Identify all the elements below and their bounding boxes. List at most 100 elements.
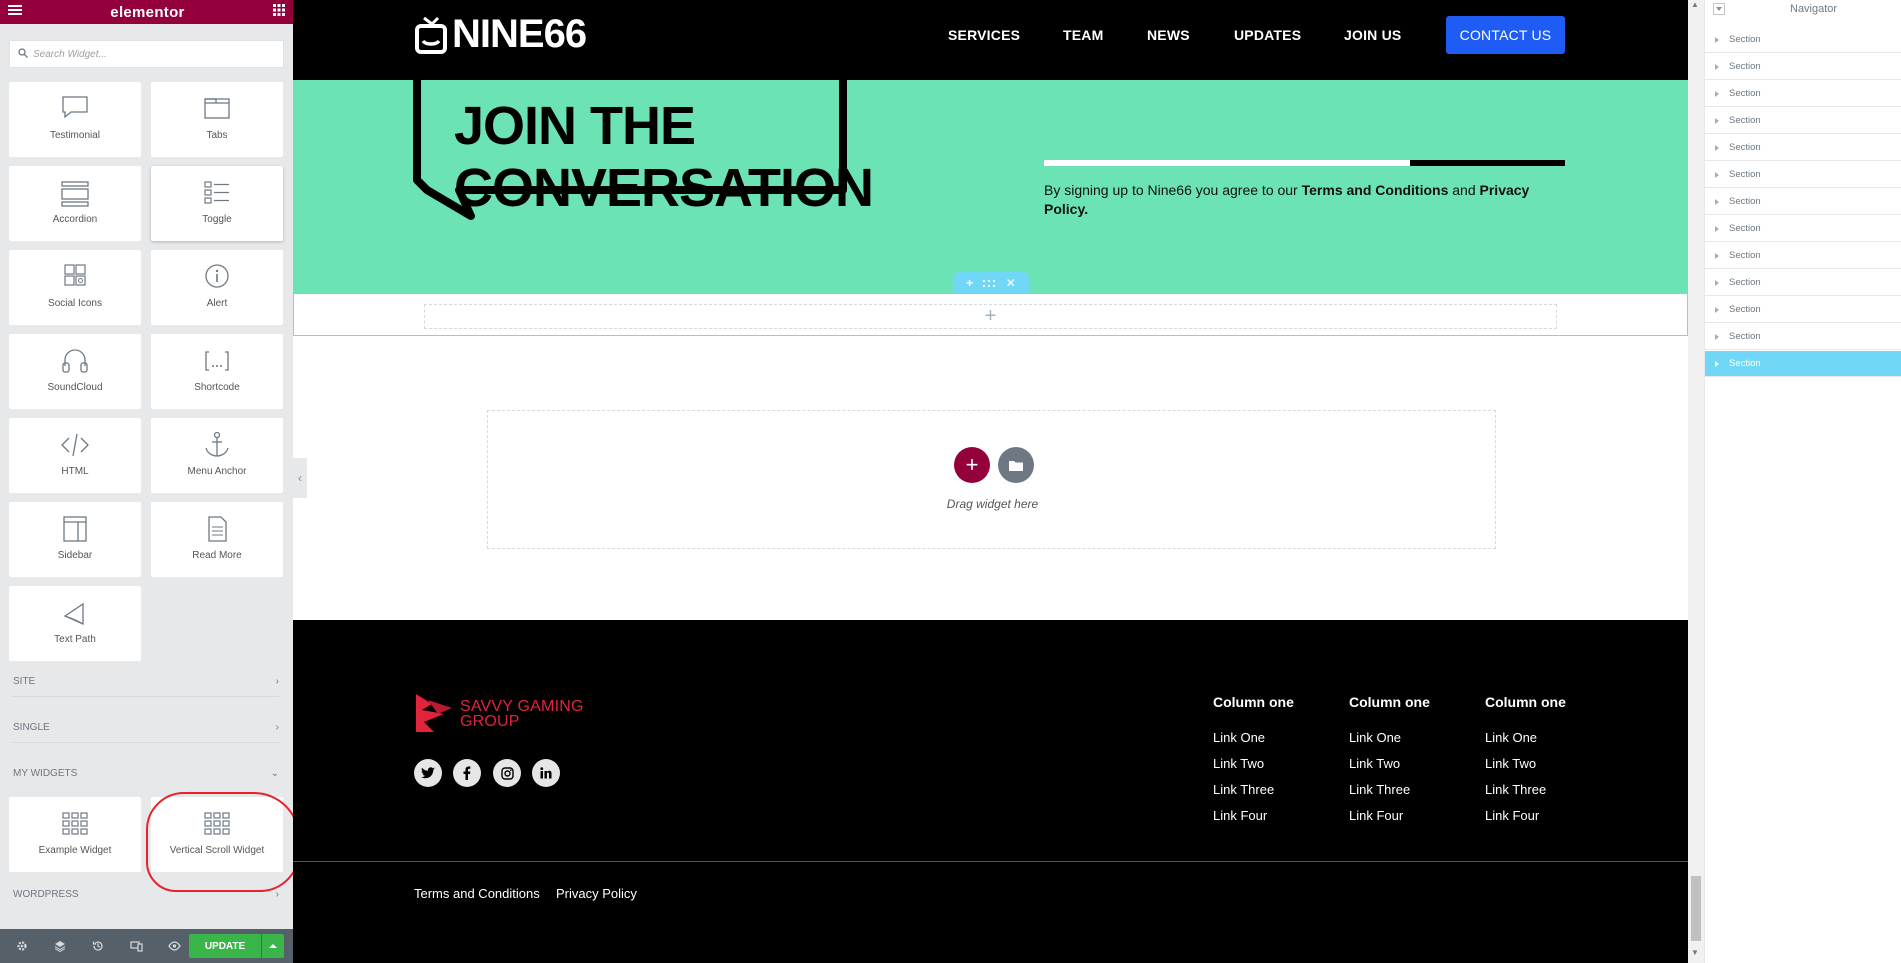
navigator-item-section[interactable]: Section [1705,243,1901,269]
add-template-button[interactable] [998,447,1034,483]
nav-link-services[interactable]: SERVICES [948,27,1020,43]
drag-handle-icon[interactable] [983,276,996,290]
twitter-link[interactable] [414,759,442,787]
facebook-link[interactable] [453,759,481,787]
footer-link[interactable]: Link Two [1349,756,1400,771]
widget-toggle[interactable]: Toggle [151,166,283,241]
footer-link[interactable]: Link Four [1213,808,1267,823]
delete-section-close-icon[interactable]: ✕ [1006,276,1016,290]
category-my-widgets[interactable]: MY WIDGETS ⌄ [13,764,279,782]
footer-link[interactable]: Link Four [1485,808,1539,823]
navigator-item-section[interactable]: Section [1705,270,1901,296]
scroll-up-arrow-icon[interactable]: ▲ [1691,0,1699,9]
widgets-grid-icon[interactable] [272,3,285,21]
category-wordpress[interactable]: WORDPRESS › [13,885,279,903]
scrollbar-thumb[interactable] [1691,876,1701,941]
add-section-drop-area[interactable]: + Drag widget here [487,410,1496,549]
terms-link[interactable]: Terms and Conditions [1302,182,1449,198]
widget-shortcode[interactable]: Shortcode [151,334,283,409]
expand-caret-icon[interactable] [1715,63,1719,70]
nav-link-updates[interactable]: UPDATES [1234,27,1301,43]
footer-link[interactable]: Link One [1213,730,1265,745]
add-new-section-button[interactable]: + [954,447,990,483]
social-icons-icon [64,264,86,286]
privacy-policy-link[interactable]: Privacy Policy [556,886,637,901]
navigator-item-section[interactable]: Section [1705,351,1901,377]
linkedin-link[interactable] [532,759,560,787]
footer-link[interactable]: Link Three [1213,782,1274,797]
expand-caret-icon[interactable] [1715,117,1719,124]
widget-alert[interactable]: Alert [151,250,283,325]
expand-caret-icon[interactable] [1715,198,1719,205]
hamburger-menu-icon[interactable] [8,3,22,21]
category-site[interactable]: SITE › [13,672,279,690]
widget-testimonial[interactable]: Testimonial [9,82,141,157]
scroll-down-arrow-icon[interactable]: ▼ [1691,948,1699,957]
widget-vertical-scroll[interactable]: Vertical Scroll Widget [151,797,283,872]
navigator-item-section[interactable]: Section [1705,81,1901,107]
expand-caret-icon[interactable] [1715,171,1719,178]
widget-menu-anchor[interactable]: Menu Anchor [151,418,283,493]
nav-link-join-us[interactable]: JOIN US [1344,27,1401,43]
widget-example[interactable]: Example Widget [9,797,141,872]
footer-link[interactable]: Link Three [1485,782,1546,797]
instagram-link[interactable] [493,759,521,787]
add-section-plus-icon[interactable]: + [966,276,973,290]
expand-caret-icon[interactable] [1715,279,1719,286]
navigator-item-section[interactable]: Section [1705,216,1901,242]
history-icon[interactable] [86,934,110,958]
collapse-all-icon[interactable] [1713,3,1725,15]
navigator-item-section[interactable]: Section [1705,162,1901,188]
settings-icon[interactable] [10,934,34,958]
navigator-item-section[interactable]: Section [1705,108,1901,134]
footer-link[interactable]: Link One [1485,730,1537,745]
expand-caret-icon[interactable] [1715,144,1719,151]
expand-caret-icon[interactable] [1715,360,1719,367]
navigator-item-section[interactable]: Section [1705,135,1901,161]
nav-link-news[interactable]: NEWS [1147,27,1190,43]
widget-html[interactable]: HTML [9,418,141,493]
footer-link[interactable]: Link Two [1213,756,1264,771]
footer-link[interactable]: Link Three [1349,782,1410,797]
canvas-scrollbar[interactable]: ▲ ▼ [1688,0,1704,963]
widget-text-path[interactable]: Text Path [9,586,141,661]
expand-caret-icon[interactable] [1715,306,1719,313]
expand-caret-icon[interactable] [1715,252,1719,259]
widget-accordion[interactable]: Accordion [9,166,141,241]
navigator-item-section[interactable]: Section [1705,54,1901,80]
update-button[interactable]: UPDATE [189,934,261,958]
navigator-item-section[interactable]: Section [1705,324,1901,350]
preview-eye-icon[interactable] [162,934,186,958]
category-single[interactable]: SINGLE › [13,718,279,736]
footer-link[interactable]: Link Four [1349,808,1403,823]
navigator-item-section[interactable]: Section [1705,27,1901,53]
layers-icon[interactable] [48,934,72,958]
navigator-item-section[interactable]: Section [1705,189,1901,215]
site-logo[interactable]: NINE66 [414,12,587,57]
brand-line1: SAVVY GAMING [460,698,584,715]
widget-social-icons[interactable]: Social Icons [9,250,141,325]
footer-link[interactable]: Link Two [1485,756,1536,771]
accordion-icon [61,181,89,207]
navigator-item-section[interactable]: Section [1705,297,1901,323]
section-handle[interactable]: + ✕ [953,272,1029,293]
search-widget-input[interactable] [33,48,273,60]
expand-caret-icon[interactable] [1715,90,1719,97]
responsive-icon[interactable] [124,934,148,958]
selected-empty-section[interactable]: + [293,293,1688,336]
widget-read-more[interactable]: Read More [151,502,283,577]
contact-us-button[interactable]: CONTACT US [1446,16,1565,54]
empty-column[interactable]: + [424,304,1557,329]
expand-caret-icon[interactable] [1715,333,1719,340]
terms-and-conditions-link[interactable]: Terms and Conditions [414,886,540,901]
footer-link[interactable]: Link One [1349,730,1401,745]
widget-sidebar[interactable]: Sidebar [9,502,141,577]
widget-tabs[interactable]: Tabs [151,82,283,157]
savvy-gaming-logo[interactable]: SAVVY GAMING GROUP [414,692,584,736]
signup-disclaimer: By signing up to Nine66 you agree to our… [1044,181,1574,219]
widget-soundcloud[interactable]: SoundCloud [9,334,141,409]
expand-caret-icon[interactable] [1715,225,1719,232]
update-options-caret-icon[interactable] [262,934,284,958]
expand-caret-icon[interactable] [1715,36,1719,43]
nav-link-team[interactable]: TEAM [1063,27,1103,43]
